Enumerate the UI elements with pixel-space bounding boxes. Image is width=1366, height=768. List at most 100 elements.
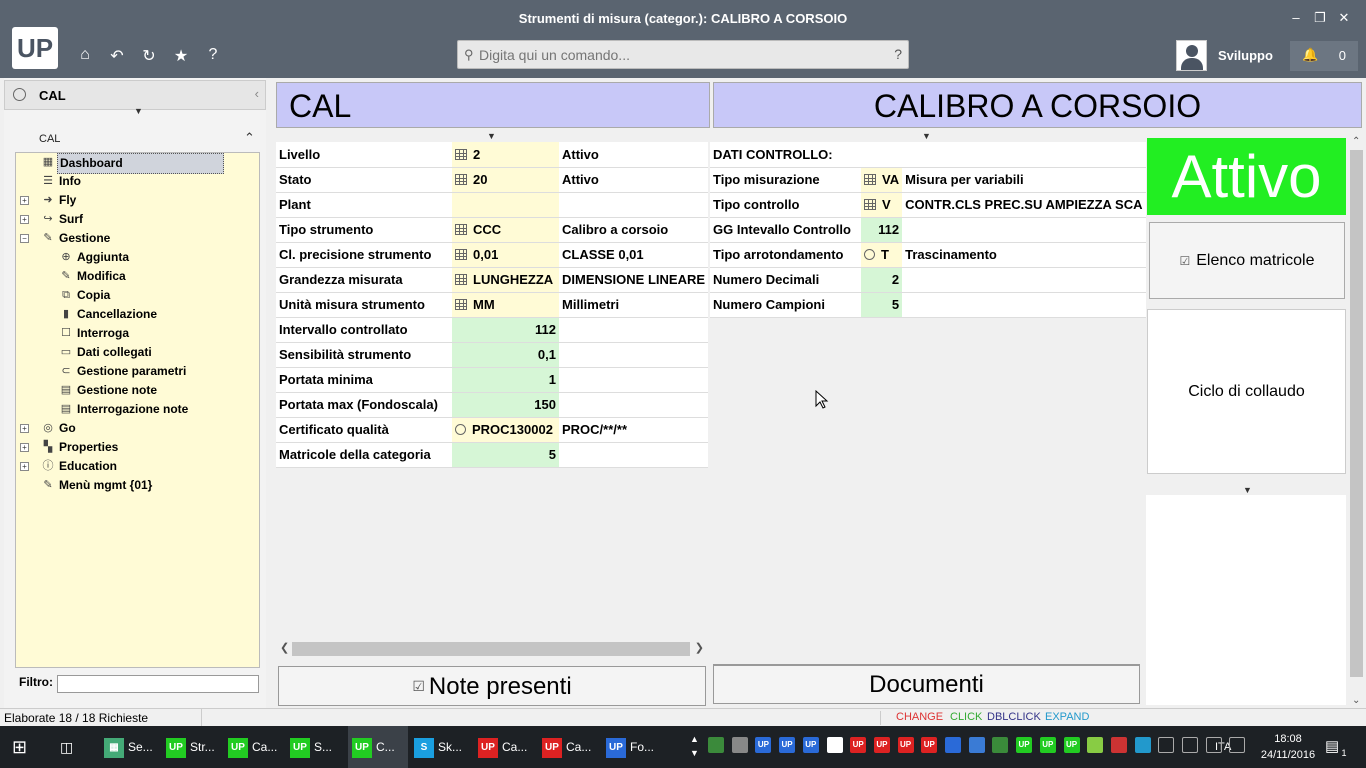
field-code[interactable]: 150	[452, 392, 559, 418]
field-code[interactable]: 112	[861, 217, 903, 243]
tree-item-info[interactable]: ☰ Info	[20, 172, 250, 191]
volume-icon[interactable]	[1205, 737, 1222, 753]
scroll-left-arrow[interactable]: ❮	[280, 641, 289, 654]
network-app-icon[interactable]	[708, 737, 724, 753]
tree-item-education[interactable]: + ⓘ Education	[20, 457, 250, 476]
refresh-icon[interactable]: ↻	[140, 46, 158, 66]
tree-item-properties[interactable]: + ▚ Properties	[20, 438, 250, 457]
user-name[interactable]: Sviluppo	[1218, 48, 1273, 63]
field-code[interactable]: T	[861, 242, 903, 268]
tree-item-go[interactable]: + ◎ Go	[20, 419, 250, 438]
tree-item-cancellazione[interactable]: ▮ Cancellazione	[38, 305, 259, 324]
chart-icon[interactable]	[992, 737, 1009, 753]
field-code[interactable]: 0,01	[452, 242, 559, 268]
field-code[interactable]: 5	[452, 442, 559, 468]
note-presenti-button[interactable]: ☑ Note presenti	[278, 666, 706, 706]
up-tray-icon[interactable]: UP	[850, 737, 867, 753]
undo-icon[interactable]: ↶	[108, 46, 126, 66]
outlook-icon[interactable]	[945, 737, 961, 753]
tree-item-gestione-note[interactable]: ▤ Gestione note	[38, 381, 259, 400]
scroll-thumb[interactable]	[292, 642, 690, 656]
minimize-button[interactable]: –	[1284, 10, 1308, 26]
taskbar-app-up-ca2[interactable]: UP Ca...	[474, 726, 536, 768]
command-help-icon[interactable]: ?	[894, 46, 902, 62]
taskbar-app-up-str[interactable]: UP Str...	[162, 726, 222, 768]
field-code[interactable]: CCC	[452, 217, 559, 243]
tree-item-modifica[interactable]: ✎ Modifica	[38, 267, 259, 286]
chevron-down-icon[interactable]: ▼	[487, 131, 496, 141]
tree-item-surf[interactable]: + ↪ Surf	[20, 210, 250, 229]
tree-item-interrogazione-note[interactable]: ▤ Interrogazione note	[38, 400, 259, 419]
leaf-icon[interactable]	[1087, 737, 1104, 753]
field-code[interactable]: 0,1	[452, 342, 559, 368]
up-tray-icon[interactable]: UP	[779, 737, 796, 753]
power-icon[interactable]	[1158, 737, 1175, 753]
elenco-matricole-button[interactable]: ☑ Elenco matricole	[1149, 222, 1345, 299]
field-code[interactable]	[452, 192, 559, 218]
star-icon[interactable]: ★	[172, 46, 190, 66]
tree-item-gestione-parametri[interactable]: ⊂ Gestione parametri	[38, 362, 259, 381]
documenti-button[interactable]: Documenti	[713, 664, 1140, 704]
taskbar-app-up-ca3[interactable]: UP Ca...	[538, 726, 600, 768]
task-view-icon[interactable]: ◫	[60, 726, 84, 768]
app-logo[interactable]: UP	[12, 27, 58, 69]
field-code[interactable]: 20	[452, 167, 559, 193]
up-tray-icon[interactable]: UP	[897, 737, 914, 753]
chevron-up-icon[interactable]: ⌃	[244, 130, 255, 146]
taskbar-app-up-s[interactable]: UP S...	[286, 726, 346, 768]
expand-icon[interactable]: +	[20, 424, 29, 433]
field-code[interactable]: VA	[861, 167, 903, 193]
taskbar-app-skype[interactable]: S Sk...	[410, 726, 472, 768]
scroll-up-arrow[interactable]: ⌃	[1352, 136, 1360, 147]
vertical-scrollbar[interactable]: ⌃ ⌄	[1349, 135, 1364, 707]
battery-icon[interactable]	[1182, 737, 1198, 753]
field-code[interactable]: MM	[452, 292, 559, 318]
up-tray-icon[interactable]: UP	[1016, 737, 1033, 753]
lookup-grid-icon[interactable]	[455, 174, 467, 185]
up-tray-icon[interactable]: UP	[921, 737, 938, 753]
field-code[interactable]: 2	[861, 267, 903, 293]
collapse-panel-button[interactable]: ‹	[255, 86, 259, 101]
field-code[interactable]: 1	[452, 367, 559, 393]
field-code[interactable]: LUNGHEZZA	[452, 267, 559, 293]
close-button[interactable]: ✕	[1332, 10, 1356, 26]
lookup-grid-icon[interactable]	[864, 174, 876, 185]
field-code[interactable]: PROC130002	[452, 417, 559, 443]
expand-icon[interactable]: +	[20, 443, 29, 452]
field-code[interactable]: V	[861, 192, 903, 218]
taskbar-app-settings[interactable]: ▦ Se...	[100, 726, 160, 768]
radio-icon[interactable]	[455, 424, 466, 435]
up-tray-icon[interactable]: UP	[873, 737, 890, 753]
expand-icon[interactable]: +	[20, 215, 29, 224]
lookup-grid-icon[interactable]	[455, 148, 467, 160]
command-input[interactable]	[479, 45, 879, 65]
lookup-grid-icon[interactable]	[455, 299, 467, 310]
shield-icon[interactable]	[826, 737, 843, 753]
lookup-grid-icon[interactable]	[455, 224, 467, 235]
cloud-icon[interactable]	[968, 737, 985, 753]
tree-item-menu-mgmt[interactable]: ✎ Menù mgmt {01}	[20, 476, 250, 495]
scroll-right-arrow[interactable]: ❯	[695, 641, 704, 654]
expand-icon[interactable]: +	[20, 462, 29, 471]
tree-item-copia[interactable]: ⧉ Copia	[38, 286, 259, 305]
lookup-grid-icon[interactable]	[864, 199, 876, 210]
chevron-down-icon[interactable]: ▼	[1243, 485, 1252, 495]
field-code[interactable]: 5	[861, 292, 903, 318]
taskbar-app-up-ca1[interactable]: UP Ca...	[224, 726, 284, 768]
network-icon[interactable]	[1229, 737, 1246, 753]
taskbar-scroll-arrows[interactable]: ▲ ▼	[690, 726, 702, 768]
lookup-grid-icon[interactable]	[455, 274, 467, 285]
expand-icon[interactable]: +	[20, 196, 29, 205]
filter-input[interactable]	[57, 675, 259, 693]
tree-item-dati-collegati[interactable]: ▭ Dati collegati	[38, 343, 259, 362]
taskbar-app-up-fo[interactable]: UP Fo...	[602, 726, 662, 768]
scroll-down-arrow[interactable]: ⌄	[1352, 695, 1360, 706]
radio-icon[interactable]	[864, 249, 875, 260]
up-tray-icon[interactable]: UP	[1039, 737, 1056, 753]
chevron-down-icon[interactable]: ▼	[922, 131, 931, 141]
lookup-grid-icon[interactable]	[455, 249, 467, 260]
ciclo-collaudo-button[interactable]: Ciclo di collaudo	[1147, 309, 1346, 474]
field-code[interactable]: 2	[452, 142, 559, 168]
clock[interactable]: 18:08 24/11/2016	[1258, 731, 1318, 763]
start-button[interactable]: ⊞	[12, 726, 40, 768]
